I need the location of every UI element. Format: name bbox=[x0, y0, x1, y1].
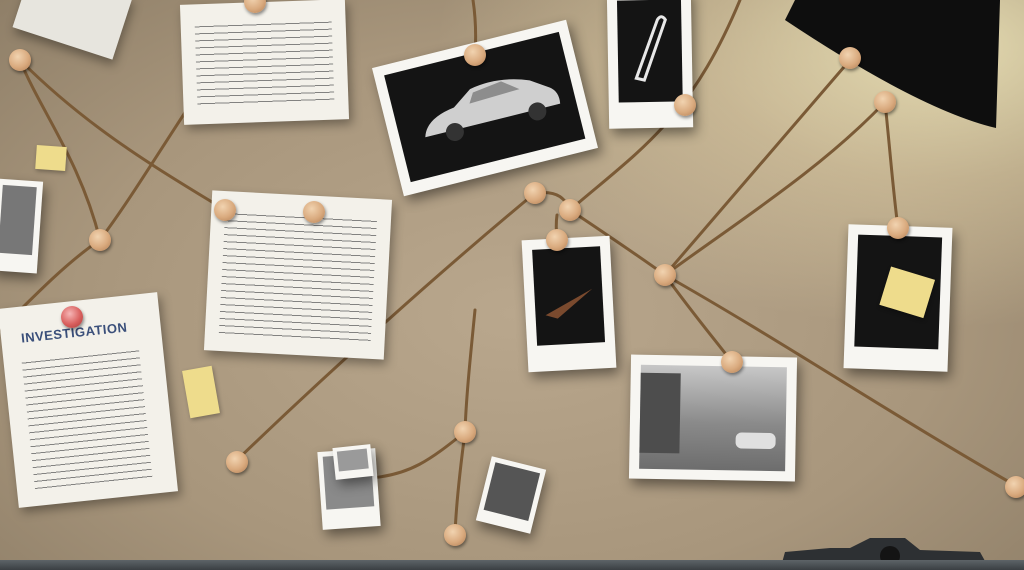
pin bbox=[444, 524, 466, 546]
pin bbox=[1005, 476, 1024, 498]
pin bbox=[226, 451, 248, 473]
pin bbox=[839, 47, 861, 69]
pin bbox=[303, 201, 325, 223]
pin bbox=[654, 264, 676, 286]
pin bbox=[721, 351, 743, 373]
pin bbox=[454, 421, 476, 443]
pin bbox=[89, 229, 111, 251]
pin bbox=[214, 199, 236, 221]
pin bbox=[674, 94, 696, 116]
pin bbox=[874, 91, 896, 113]
pin bbox=[887, 217, 909, 239]
pin-red bbox=[61, 306, 83, 328]
pin bbox=[524, 182, 546, 204]
pin bbox=[559, 199, 581, 221]
shelf bbox=[0, 560, 1024, 570]
pin bbox=[546, 229, 568, 251]
camera-silhouette bbox=[780, 538, 990, 570]
pin bbox=[9, 49, 31, 71]
pin bbox=[464, 44, 486, 66]
